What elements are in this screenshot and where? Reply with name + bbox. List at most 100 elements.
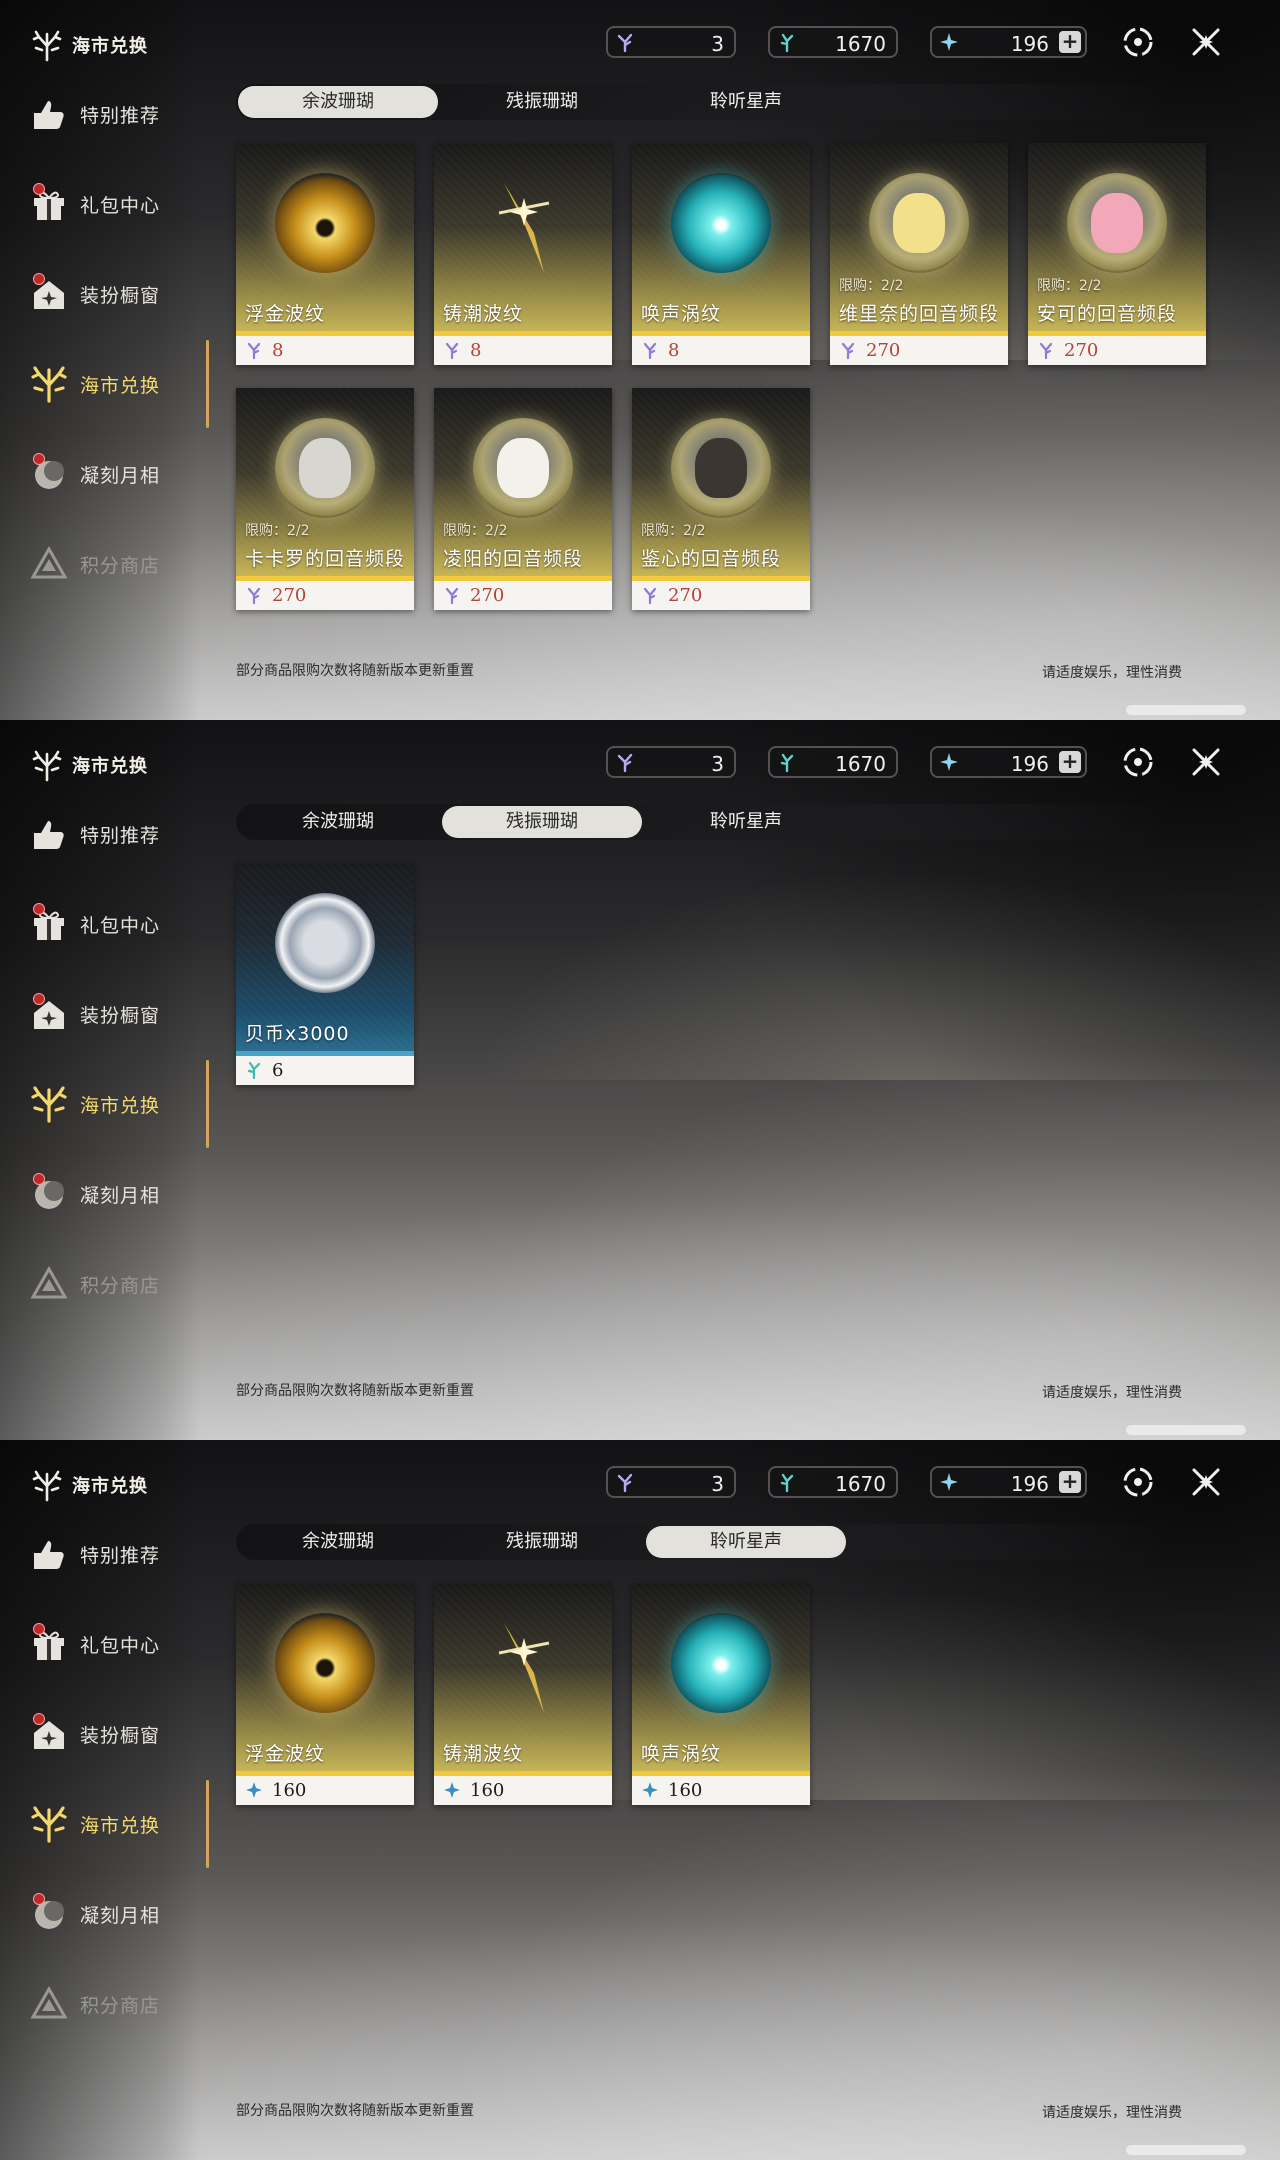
wave-price-icon — [247, 1061, 261, 1080]
shop-panel-2: 海市兑换 3 1670 196 + 特别推荐 礼包中心 装扮橱窗 海市兑换 凝刻… — [0, 720, 1280, 1440]
item-price: 270 — [1064, 340, 1099, 361]
tab-aftershock-coral[interactable]: 余波珊瑚 — [238, 1526, 438, 1558]
sidebar-item-label: 海市兑换 — [80, 374, 161, 397]
notification-dot — [33, 273, 45, 285]
tab-aftershock-coral[interactable]: 余波珊瑚 — [238, 806, 438, 838]
sync-button[interactable] — [1120, 24, 1156, 60]
shop-item-card[interactable]: 浮金波纹 8 — [236, 143, 414, 365]
shop-item-card[interactable]: 唤声涡纹 8 — [632, 143, 810, 365]
add-currency-button[interactable]: + — [1059, 31, 1081, 53]
shop-item-card[interactable]: 限购：2/2 凌阳的回音频段 270 — [434, 388, 612, 610]
shell-coin-icon — [275, 893, 375, 993]
sidebar-item-exchange[interactable]: 海市兑换 — [28, 362, 198, 406]
shop-item-card[interactable]: 贝币x3000 6 — [236, 863, 414, 1085]
coral-currency-display: 3 — [606, 1466, 736, 1498]
moon-phase-icon — [28, 453, 70, 495]
notification-dot — [33, 1713, 45, 1725]
star-price-icon — [642, 1782, 658, 1798]
blade-icon — [498, 1623, 550, 1713]
thumbs-up-icon — [28, 813, 70, 855]
coral-icon — [28, 1803, 70, 1845]
item-name: 唤声涡纹 — [641, 1743, 722, 1765]
price-bar: 270 — [632, 581, 810, 610]
sidebar-item-exchange[interactable]: 海市兑换 — [28, 1802, 198, 1846]
sidebar-item-outfit[interactable]: 装扮橱窗 — [28, 992, 198, 1036]
sidebar-item-label: 凝刻月相 — [80, 1184, 161, 1207]
add-currency-button[interactable]: + — [1059, 751, 1081, 773]
sidebar-item-points[interactable]: 积分商店 — [28, 542, 198, 586]
shop-item-card[interactable]: 限购：2/2 维里奈的回音频段 270 — [830, 143, 1008, 365]
star-currency-display: 196 + — [930, 26, 1087, 58]
tab-bar: 余波珊瑚 残振珊瑚 聆听星声 — [236, 84, 1166, 120]
item-price: 270 — [668, 585, 703, 606]
tab-listening-starsound[interactable]: 聆听星声 — [646, 86, 846, 118]
page-title: 海市兑换 — [72, 1476, 148, 1497]
shop-item-card[interactable]: 铸潮波纹 8 — [434, 143, 612, 365]
active-nav-indicator — [206, 1060, 209, 1148]
close-button[interactable] — [1188, 24, 1224, 60]
wave-currency-display: 1670 — [768, 26, 898, 58]
page-title: 海市兑换 — [72, 36, 148, 57]
add-currency-button[interactable]: + — [1059, 1471, 1081, 1493]
thumbs-up-icon — [28, 1533, 70, 1575]
coral-icon — [28, 363, 70, 405]
sidebar-item-gift[interactable]: 礼包中心 — [28, 1622, 198, 1666]
shop-item-card[interactable]: 铸潮波纹 160 — [434, 1583, 612, 1805]
close-button[interactable] — [1188, 744, 1224, 780]
sync-button[interactable] — [1120, 1464, 1156, 1500]
item-name: 维里奈的回音频段 — [839, 303, 1000, 325]
gold-ripple-orb-icon — [275, 1613, 375, 1713]
sidebar-item-gift[interactable]: 礼包中心 — [28, 902, 198, 946]
purchase-limit: 限购：2/2 — [641, 523, 706, 539]
header-brand: 海市兑换 — [30, 748, 148, 782]
sidebar-item-points[interactable]: 积分商店 — [28, 1982, 198, 2026]
coral-logo-icon — [32, 30, 62, 62]
header-brand: 海市兑换 — [30, 28, 148, 62]
scroll-indicator — [1126, 2145, 1246, 2155]
blade-icon — [498, 183, 550, 273]
sidebar-item-outfit[interactable]: 装扮橱窗 — [28, 272, 198, 316]
close-button[interactable] — [1188, 1464, 1224, 1500]
sync-button[interactable] — [1120, 744, 1156, 780]
reset-notice: 部分商品限购次数将随新版本更新重置 — [236, 1383, 474, 1399]
shop-item-card[interactable]: 限购：2/2 卡卡罗的回音频段 270 — [236, 388, 414, 610]
sidebar-item-label: 积分商店 — [80, 1994, 161, 2017]
sidebar-item-label: 装扮橱窗 — [80, 284, 161, 307]
teal-vortex-orb-icon — [671, 173, 771, 273]
sidebar-item-moon[interactable]: 凝刻月相 — [28, 452, 198, 496]
shop-item-card[interactable]: 浮金波纹 160 — [236, 1583, 414, 1805]
notification-dot — [33, 453, 45, 465]
coral-currency-value: 3 — [711, 1472, 724, 1496]
tab-resonance-coral[interactable]: 残振珊瑚 — [442, 1526, 642, 1558]
price-bar: 160 — [632, 1776, 810, 1805]
coral-logo-icon — [32, 1470, 62, 1502]
tab-resonance-coral[interactable]: 残振珊瑚 — [442, 86, 642, 118]
sidebar-item-special[interactable]: 特别推荐 — [28, 812, 198, 856]
tab-listening-starsound[interactable]: 聆听星声 — [646, 806, 846, 838]
portrait-face — [893, 193, 945, 253]
shop-item-card[interactable]: 限购：2/2 鉴心的回音频段 270 — [632, 388, 810, 610]
wave-currency-icon — [780, 753, 794, 773]
shop-item-card[interactable]: 唤声涡纹 160 — [632, 1583, 810, 1805]
price-bar: 6 — [236, 1056, 414, 1085]
shop-item-card[interactable]: 限购：2/2 安可的回音频段 270 — [1028, 143, 1206, 365]
item-name: 铸潮波纹 — [443, 1743, 524, 1765]
tab-aftershock-coral[interactable]: 余波珊瑚 — [238, 86, 438, 118]
item-name: 浮金波纹 — [245, 1743, 326, 1765]
sidebar-item-moon[interactable]: 凝刻月相 — [28, 1892, 198, 1936]
sidebar-item-points[interactable]: 积分商店 — [28, 1262, 198, 1306]
sidebar-item-special[interactable]: 特别推荐 — [28, 92, 198, 136]
gift-icon — [28, 903, 70, 945]
sidebar-item-exchange[interactable]: 海市兑换 — [28, 1082, 198, 1126]
sidebar-item-gift[interactable]: 礼包中心 — [28, 182, 198, 226]
sidebar-item-special[interactable]: 特别推荐 — [28, 1532, 198, 1576]
tab-bar: 余波珊瑚 残振珊瑚 聆听星声 — [236, 1524, 1166, 1560]
tab-resonance-coral[interactable]: 残振珊瑚 — [442, 806, 642, 838]
sidebar-item-outfit[interactable]: 装扮橱窗 — [28, 1712, 198, 1756]
item-price: 270 — [272, 585, 307, 606]
item-price: 270 — [470, 585, 505, 606]
sidebar-item-moon[interactable]: 凝刻月相 — [28, 1172, 198, 1216]
star-currency-icon — [940, 1473, 958, 1491]
play-responsibly-notice: 请适度娱乐，理性消费 — [1042, 2105, 1182, 2121]
tab-listening-starsound[interactable]: 聆听星声 — [646, 1526, 846, 1558]
